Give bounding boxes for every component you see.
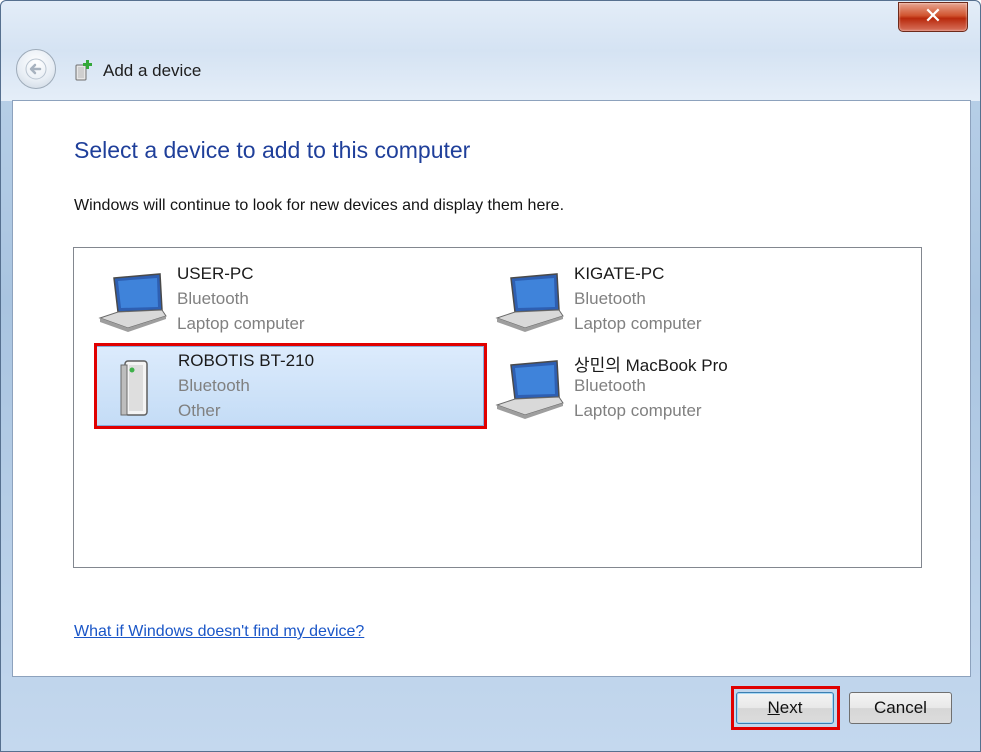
device-type: Laptop computer [574,401,702,420]
device-connection: Bluetooth [574,376,646,395]
device-name: KIGATE-PC [574,264,665,283]
device-item-user-pc[interactable]: USER-PC Bluetooth Laptop computer [86,260,474,340]
close-icon: ✕ [923,3,943,28]
annotation-highlight-next [731,686,840,730]
window-frame: ✕ Add a device Select a device to add to… [0,0,981,752]
close-button[interactable]: ✕ [898,2,968,32]
page-description: Windows will continue to look for new de… [74,197,565,214]
laptop-icon [495,273,564,332]
back-arrow-icon [25,58,47,80]
laptop-icon [495,360,564,419]
window-title: Add a device [103,61,202,80]
title-bar: ✕ Add a device [1,1,980,101]
device-list[interactable]: USER-PC Bluetooth Laptop computer KIGATE… [73,247,922,568]
cancel-button[interactable]: Cancel [849,692,952,724]
help-link[interactable]: What if Windows doesn't find my device? [74,623,364,641]
device-item-macbook-pro[interactable]: 상민의 MacBook Pro Bluetooth Laptop compute… [483,347,871,427]
device-name: 상민의 MacBook Pro [574,356,728,375]
device-connection: Bluetooth [177,289,249,308]
device-type: Laptop computer [177,314,305,333]
laptop-icon [98,273,167,332]
device-name: USER-PC [177,264,254,283]
device-item-kigate-pc[interactable]: KIGATE-PC Bluetooth Laptop computer [483,260,871,340]
back-button[interactable] [16,49,56,89]
content-panel: Select a device to add to this computer … [12,100,971,677]
add-device-icon [75,60,92,81]
device-connection: Bluetooth [574,289,646,308]
page-heading: Select a device to add to this computer [74,137,471,163]
annotation-highlight-device [94,343,487,429]
device-type: Laptop computer [574,314,702,333]
